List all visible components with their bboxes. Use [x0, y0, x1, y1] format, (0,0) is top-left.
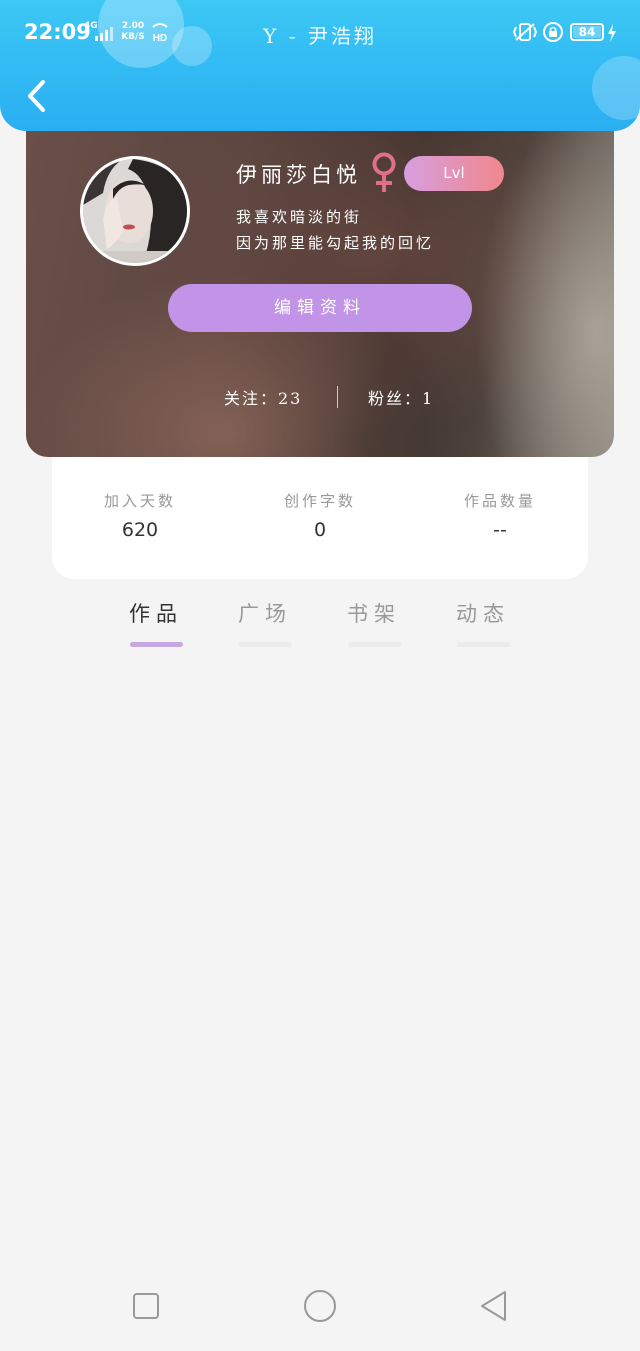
tab-works[interactable]: 作品 [111, 596, 201, 652]
tab-label: 动态 [456, 602, 510, 626]
tab-indicator [457, 642, 510, 647]
tab-square[interactable]: 广场 [220, 596, 310, 652]
back-button[interactable] [14, 74, 58, 118]
decorative-bubble [592, 56, 640, 120]
content-tabs: 作品 广场 书架 动态 [0, 596, 640, 656]
username: 伊丽莎白悦 [236, 163, 361, 187]
stat-value: 0 [313, 519, 327, 541]
stat-value: 620 [121, 519, 159, 541]
stats-card: 加入天数 620 创作字数 0 作品数量 -- [52, 440, 588, 579]
tab-label: 书架 [347, 602, 401, 626]
vibrate-icon [512, 23, 538, 41]
following-count[interactable]: 关注：23 [224, 385, 302, 409]
bio-line: 我喜欢暗淡的街 [236, 208, 363, 226]
stat-words-written: 创作字数 0 [250, 490, 390, 541]
profile-card: 伊丽莎白悦 Lvl 我喜欢暗淡的街 因为那里能勾起我的回忆 编辑资料 关注：23… [26, 112, 614, 457]
system-back-button[interactable] [474, 1286, 514, 1326]
divider [337, 386, 338, 408]
tab-indicator [130, 642, 183, 647]
follow-stats: 关注：23 粉丝：1 [26, 382, 614, 412]
home-button[interactable] [300, 1286, 340, 1326]
female-icon [372, 152, 396, 192]
stat-works-count: 作品数量 -- [430, 490, 570, 541]
recent-apps-button[interactable] [126, 1286, 166, 1326]
circle-icon [304, 1290, 336, 1322]
fans-count[interactable]: 粉丝：1 [368, 385, 434, 409]
bio: 我喜欢暗淡的街 因为那里能勾起我的回忆 [236, 204, 434, 256]
battery-level: 84 [578, 25, 596, 39]
tab-label: 广场 [238, 602, 292, 626]
tab-indicator [348, 642, 401, 647]
square-icon [133, 1293, 159, 1319]
chevron-left-icon [28, 80, 45, 112]
stat-days-joined: 加入天数 620 [70, 490, 210, 541]
tab-activity[interactable]: 动态 [438, 596, 528, 652]
stat-label: 作品数量 [463, 492, 536, 510]
triangle-back-icon [481, 1291, 506, 1321]
charging-icon [608, 24, 616, 42]
app-header: 22:09 4G 2.00 KB/S HD Y - 尹浩翔 84 [0, 0, 640, 131]
system-navigation-bar [0, 1262, 640, 1351]
avatar[interactable] [80, 156, 190, 266]
battery-indicator: 84 [570, 23, 604, 41]
tab-bookshelf[interactable]: 书架 [329, 596, 419, 652]
bio-line: 因为那里能勾起我的回忆 [236, 234, 435, 252]
level-badge: Lvl [404, 156, 504, 191]
tab-label: 作品 [129, 602, 183, 626]
rotation-lock-icon [543, 22, 563, 42]
tab-indicator [239, 642, 292, 647]
stat-label: 加入天数 [103, 492, 176, 510]
avatar-photo [83, 159, 187, 263]
edit-profile-button[interactable]: 编辑资料 [168, 284, 472, 332]
stat-value: -- [493, 519, 507, 541]
stat-label: 创作字数 [283, 492, 356, 510]
